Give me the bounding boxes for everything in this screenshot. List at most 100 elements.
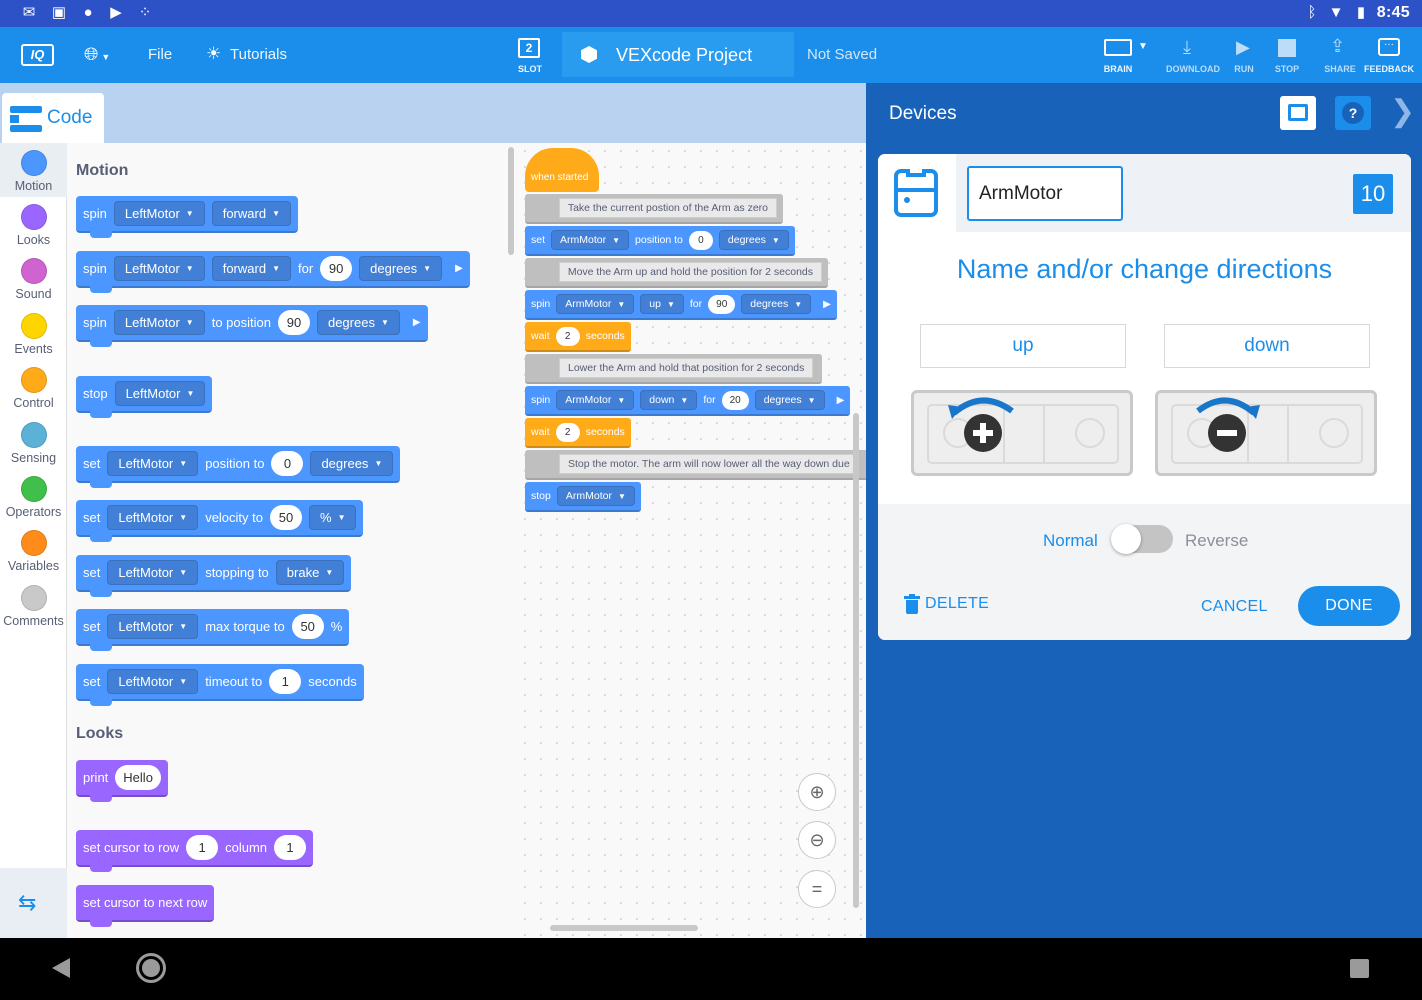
zoom-out-button[interactable]: ⊖ bbox=[798, 821, 836, 859]
device-ports-button[interactable] bbox=[1280, 96, 1316, 130]
expand-arrow-icon[interactable]: ▶ bbox=[837, 395, 845, 406]
category-control[interactable]: Control bbox=[0, 367, 67, 421]
motor-dropdown[interactable]: LeftMotor ▼ bbox=[107, 560, 199, 585]
unit-dropdown[interactable]: degrees ▼ bbox=[316, 310, 400, 335]
lightbulb-icon[interactable]: ☀ bbox=[206, 44, 221, 64]
block-next-row[interactable]: set cursor to next row bbox=[76, 885, 215, 927]
block-stop[interactable]: stop LeftMotor ▼ bbox=[76, 376, 213, 418]
block-print[interactable]: print Hello bbox=[76, 760, 168, 802]
value-input[interactable]: 50 bbox=[270, 505, 302, 530]
home-icon[interactable] bbox=[136, 953, 166, 983]
help-button[interactable]: ? bbox=[1335, 96, 1371, 130]
value-input[interactable]: 90 bbox=[277, 310, 310, 335]
ws-block-set-position[interactable]: set ArmMotor ▼ position to 0 degrees ▼ bbox=[525, 226, 795, 256]
block-set-position[interactable]: set LeftMotor ▼ position to 0 degrees ▼ bbox=[76, 446, 401, 488]
block-set-stopping[interactable]: set LeftMotor ▼ stopping to brake ▼ bbox=[76, 555, 352, 597]
when-started-block[interactable]: when started bbox=[525, 148, 599, 192]
column-input[interactable]: 1 bbox=[274, 835, 307, 860]
category-sensing[interactable]: Sensing bbox=[0, 422, 67, 476]
cancel-button[interactable]: CANCEL bbox=[1201, 598, 1268, 616]
comment-text[interactable]: Move the Arm up and hold the position fo… bbox=[558, 262, 822, 282]
category-comments[interactable]: Comments bbox=[0, 585, 67, 639]
motor-dropdown[interactable]: ArmMotor ▼ bbox=[551, 230, 630, 250]
value-input[interactable]: 20 bbox=[721, 390, 749, 410]
back-icon[interactable] bbox=[52, 958, 70, 978]
tab-code[interactable]: Code bbox=[2, 93, 104, 144]
workspace-vertical-scrollbar[interactable] bbox=[853, 413, 859, 908]
zoom-in-button[interactable]: ⊕ bbox=[798, 773, 836, 811]
value-input[interactable]: 0 bbox=[271, 451, 304, 476]
download-icon[interactable]: ⤓ bbox=[1183, 37, 1191, 58]
motor-dropdown[interactable]: ArmMotor ▼ bbox=[556, 294, 635, 314]
reverse-toggle[interactable] bbox=[1111, 524, 1173, 554]
unit-dropdown[interactable]: degrees ▼ bbox=[718, 230, 789, 250]
ws-block-wait[interactable]: wait 2 seconds bbox=[525, 418, 631, 448]
comment-block[interactable]: Stop the motor. The arm will now lower a… bbox=[525, 450, 866, 480]
block-spin-to-position[interactable]: spin LeftMotor ▼ to position 90 degrees ▼ … bbox=[76, 305, 428, 347]
direction-dropdown[interactable]: forward ▼ bbox=[211, 201, 291, 226]
recents-icon[interactable] bbox=[1350, 959, 1369, 978]
vex-iq-logo[interactable]: IQ bbox=[21, 44, 54, 66]
globe-icon[interactable]: 🌐︎ ▼ bbox=[84, 44, 110, 65]
block-spin-for[interactable]: spin LeftMotor ▼ forward ▼ for 90 degrees ▼… bbox=[76, 251, 470, 293]
slot-button[interactable]: 2 bbox=[518, 38, 540, 58]
motor-dropdown[interactable]: LeftMotor ▼ bbox=[113, 256, 205, 281]
stop-icon[interactable] bbox=[1278, 39, 1296, 57]
direction-dropdown[interactable]: down ▼ bbox=[640, 390, 698, 410]
palette-scrollbar[interactable] bbox=[508, 147, 514, 255]
ws-block-stop[interactable]: stop ArmMotor ▼ bbox=[525, 482, 641, 512]
project-name-field[interactable]: VEXcode Project bbox=[562, 32, 794, 77]
file-menu[interactable]: File bbox=[148, 46, 172, 63]
share-icon[interactable]: ⇪ bbox=[1330, 36, 1345, 57]
workspace-horizontal-scrollbar[interactable] bbox=[550, 925, 698, 931]
ws-block-wait[interactable]: wait 2 seconds bbox=[525, 322, 631, 352]
value-input[interactable]: 0 bbox=[688, 230, 713, 250]
value-input[interactable]: 90 bbox=[708, 294, 736, 314]
ws-block-spin-up[interactable]: spin ArmMotor ▼ up ▼ for 90 degrees ▼ ▶ bbox=[525, 290, 837, 320]
unit-dropdown[interactable]: degrees ▼ bbox=[754, 390, 825, 410]
comment-block[interactable]: Take the current postion of the Arm as z… bbox=[525, 194, 783, 224]
motor-dropdown[interactable]: LeftMotor ▼ bbox=[114, 381, 206, 406]
ws-block-spin-down[interactable]: spin ArmMotor ▼ down ▼ for 20 degrees ▼ ▶ bbox=[525, 386, 851, 416]
motor-dropdown[interactable]: LeftMotor ▼ bbox=[113, 310, 205, 335]
unit-dropdown[interactable]: % ▼ bbox=[309, 505, 357, 530]
motor-dropdown[interactable]: LeftMotor ▼ bbox=[107, 451, 199, 476]
motor-dropdown[interactable]: LeftMotor ▼ bbox=[107, 669, 199, 694]
zoom-reset-button[interactable]: = bbox=[798, 870, 836, 908]
comment-text[interactable]: Stop the motor. The arm will now lower a… bbox=[559, 454, 859, 474]
expand-arrow-icon[interactable]: ▶ bbox=[455, 263, 463, 274]
motor-dropdown[interactable]: ArmMotor ▼ bbox=[556, 390, 635, 410]
motor-dropdown[interactable]: LeftMotor ▼ bbox=[113, 201, 205, 226]
category-sound[interactable]: Sound bbox=[0, 258, 67, 312]
block-spin[interactable]: spin LeftMotor ▼ forward ▼ bbox=[76, 196, 298, 238]
direction-dropdown[interactable]: up ▼ bbox=[640, 294, 684, 314]
direction-minus-input[interactable]: down bbox=[1164, 324, 1370, 368]
feedback-icon[interactable]: ··· bbox=[1378, 38, 1400, 56]
direction-plus-input[interactable]: up bbox=[920, 324, 1126, 368]
brain-icon[interactable] bbox=[1104, 39, 1132, 56]
value-input[interactable]: 1 bbox=[269, 669, 302, 694]
value-input[interactable]: 2 bbox=[555, 422, 580, 442]
motor-dropdown[interactable]: LeftMotor ▼ bbox=[107, 505, 199, 530]
comment-block[interactable]: Lower the Arm and hold that position for… bbox=[525, 354, 822, 384]
delete-button[interactable]: DELETE bbox=[904, 594, 989, 614]
comment-text[interactable]: Take the current postion of the Arm as z… bbox=[558, 198, 777, 218]
category-events[interactable]: Events bbox=[0, 313, 67, 367]
motor-dropdown[interactable]: LeftMotor ▼ bbox=[107, 614, 199, 639]
chevron-right-icon[interactable]: ❯ bbox=[1390, 94, 1415, 129]
category-variables[interactable]: Variables bbox=[0, 530, 67, 584]
value-input[interactable]: 50 bbox=[291, 614, 324, 639]
category-operators[interactable]: Operators bbox=[0, 476, 67, 530]
block-set-velocity[interactable]: set LeftMotor ▼ velocity to 50 % ▼ bbox=[76, 500, 364, 542]
direction-dropdown[interactable]: forward ▼ bbox=[211, 256, 291, 281]
unit-dropdown[interactable]: degrees ▼ bbox=[359, 256, 443, 281]
brain-dropdown-icon[interactable]: ▼ bbox=[1138, 41, 1148, 52]
expand-arrow-icon[interactable]: ▶ bbox=[413, 317, 421, 328]
done-button[interactable]: DONE bbox=[1298, 586, 1400, 626]
mode-dropdown[interactable]: brake ▼ bbox=[275, 560, 345, 585]
run-icon[interactable]: ▶ bbox=[1236, 37, 1250, 58]
device-name-input[interactable]: ArmMotor bbox=[967, 166, 1123, 221]
unit-dropdown[interactable]: degrees ▼ bbox=[741, 294, 812, 314]
category-motion[interactable]: Motion bbox=[0, 143, 67, 197]
block-set-max-torque[interactable]: set LeftMotor ▼ max torque to 50 % bbox=[76, 609, 350, 651]
